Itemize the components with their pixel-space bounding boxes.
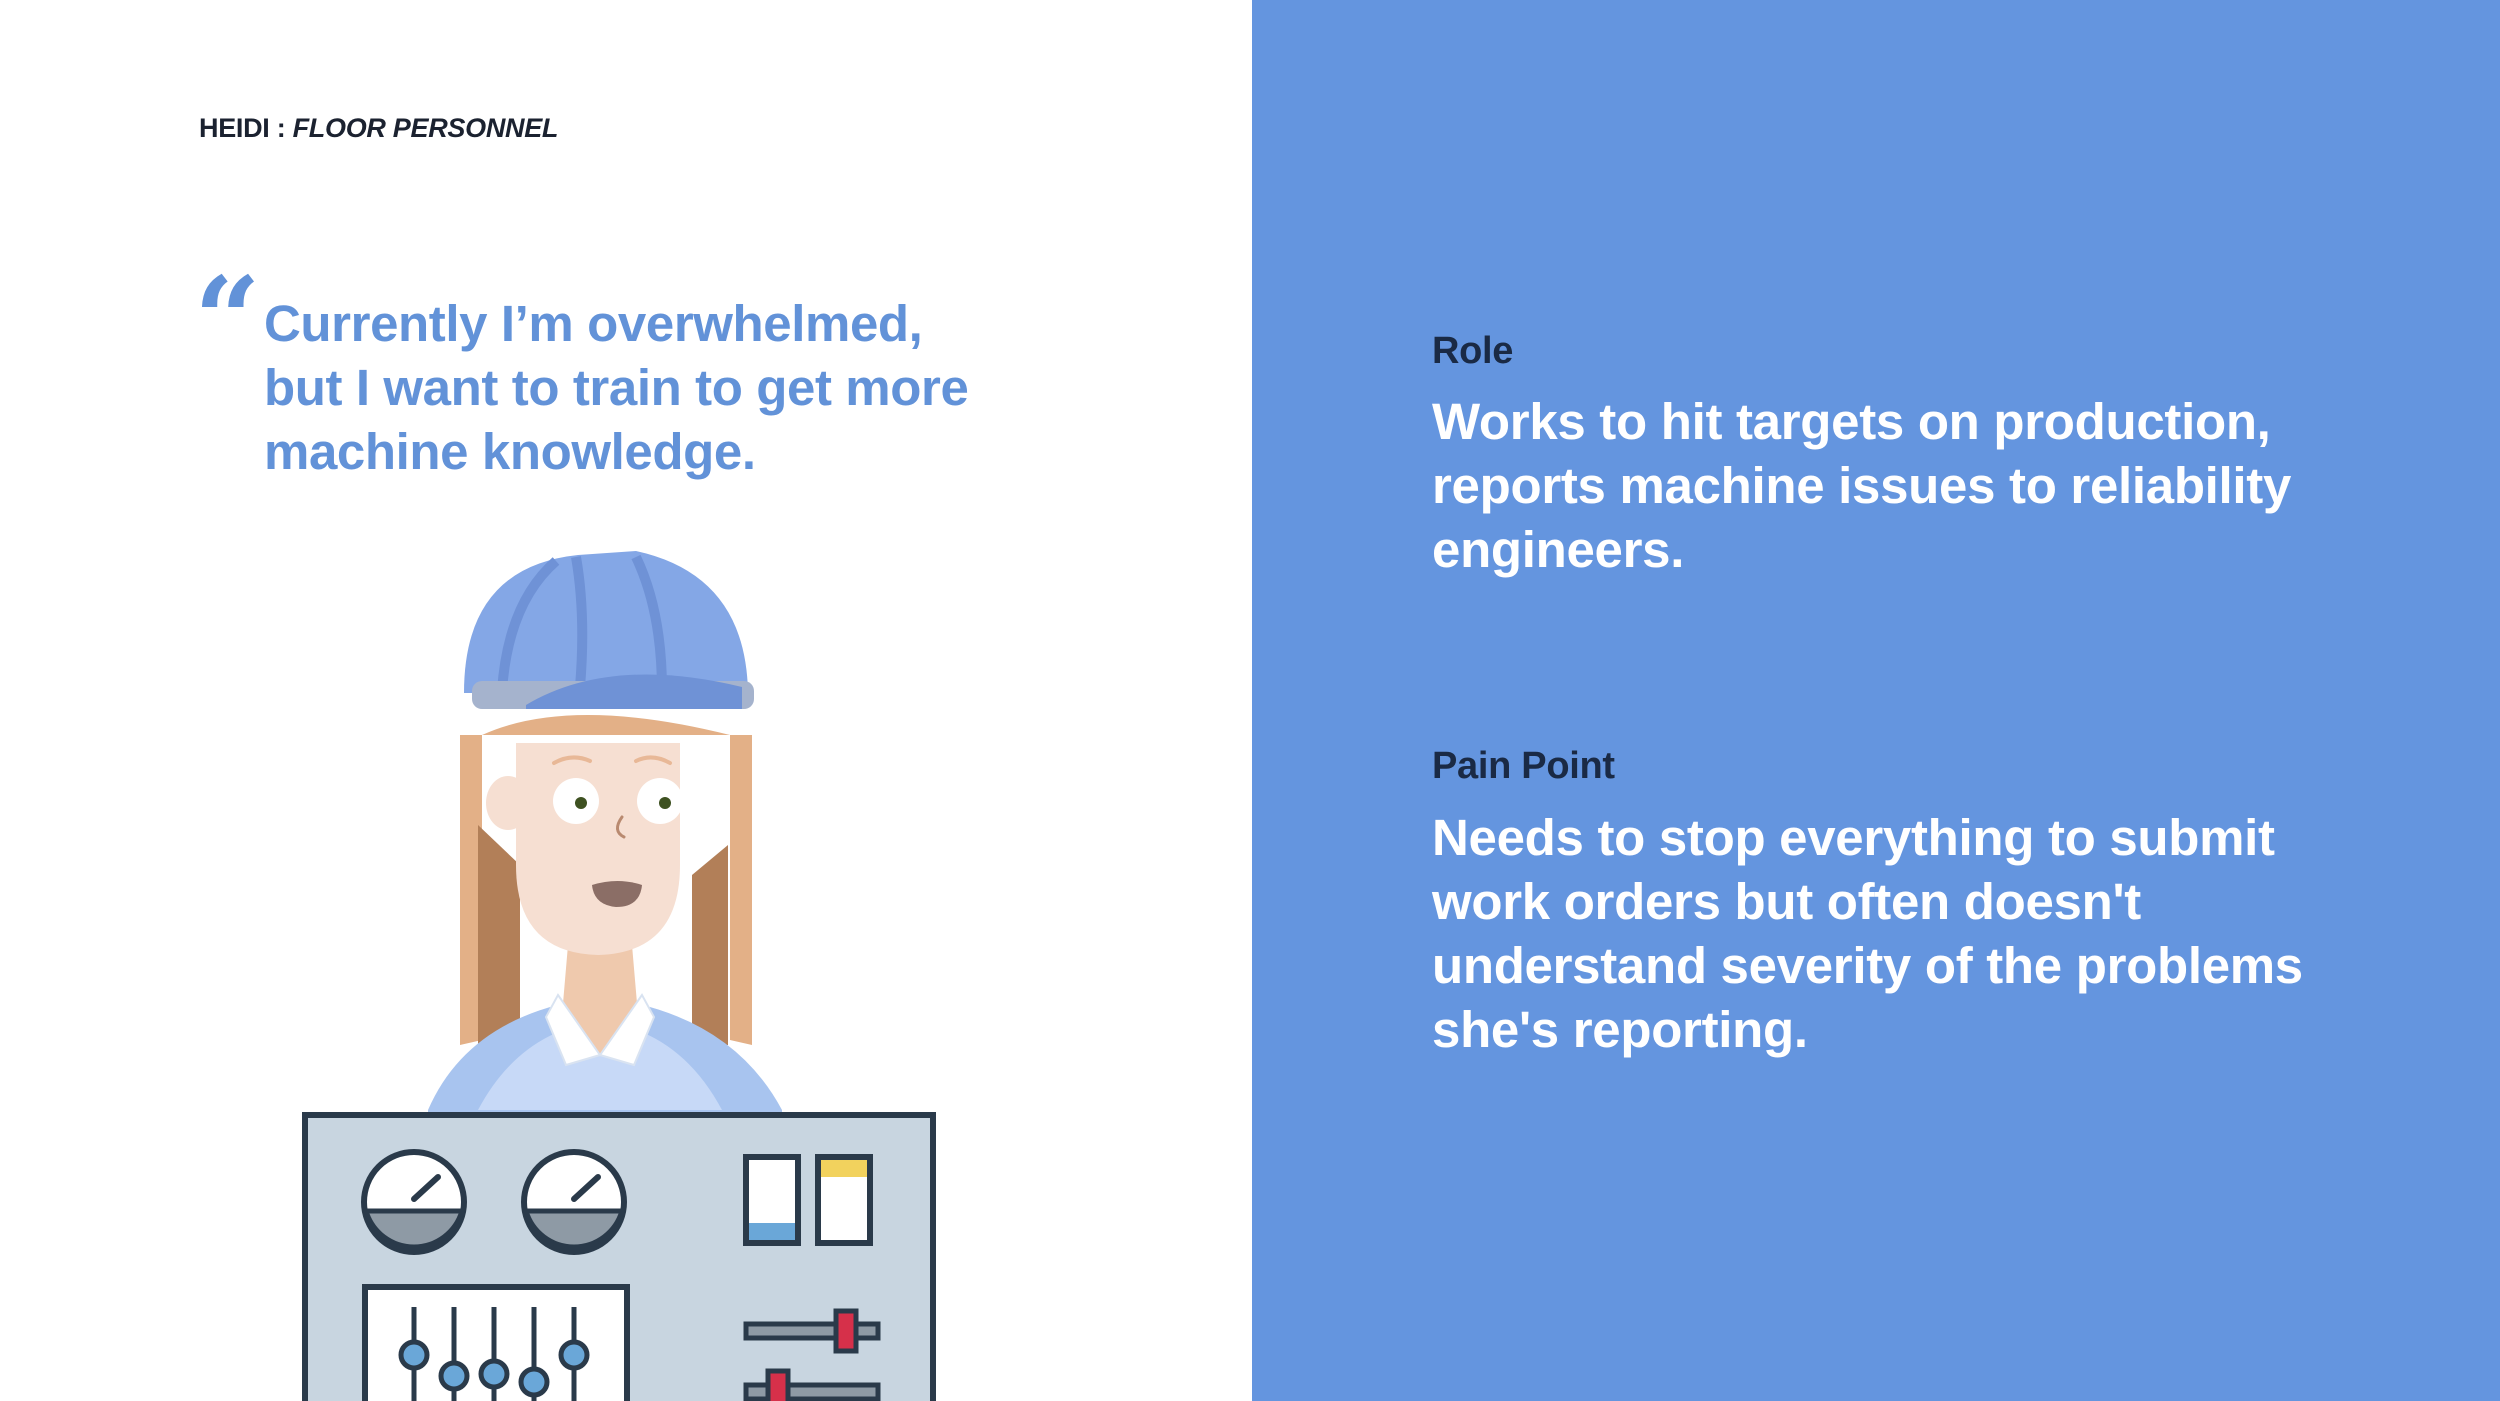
persona-quote: Currently I’m overwhelmed, but I want to…	[264, 295, 969, 480]
gauge-icon	[361, 1149, 467, 1255]
persona-panel: HEIDI : FLOOR PERSONNEL “ Currently I’m …	[0, 0, 1252, 1401]
pain-point-description: Needs to stop everything to submit work …	[1432, 809, 2303, 1058]
gauge-icon	[521, 1149, 627, 1255]
persona-name: HEIDI :	[199, 113, 286, 143]
pain-point-heading: Pain Point	[1432, 745, 1615, 787]
indicator-icon	[815, 1154, 873, 1246]
persona-label: HEIDI : FLOOR PERSONNEL	[199, 113, 558, 144]
quote-mark-icon: “	[194, 252, 261, 388]
face	[516, 743, 680, 955]
role-description: Works to hit targets on production, repo…	[1432, 393, 2292, 578]
details-panel: Role Works to hit targets on production,…	[1252, 0, 2500, 1401]
role-heading: Role	[1432, 330, 1514, 372]
indicator-icon	[743, 1154, 801, 1246]
persona-illustration	[302, 551, 936, 1401]
persona-role: FLOOR PERSONNEL	[292, 113, 559, 143]
